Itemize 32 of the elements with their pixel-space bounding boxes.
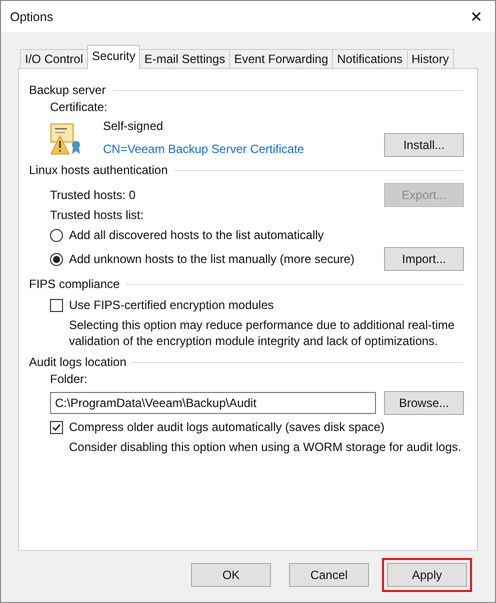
section-heading: Audit logs location xyxy=(29,355,126,369)
tab[interactable]: Security xyxy=(87,45,140,69)
folder-label: Folder: xyxy=(50,371,88,387)
certificate-type: Self-signed xyxy=(103,118,164,134)
checkbox[interactable] xyxy=(50,420,63,434)
checkbox-label[interactable]: Use FIPS-certified encryption modules xyxy=(69,297,274,313)
dialog-button[interactable]: OK xyxy=(191,563,271,587)
tab[interactable]: I/O Control xyxy=(20,49,88,69)
radio-label[interactable]: Add unknown hosts to the list manually (more secure) xyxy=(69,251,384,267)
close-button[interactable]: ✕ xyxy=(470,8,483,26)
tab[interactable]: History xyxy=(406,49,454,69)
import-button[interactable]: Import... xyxy=(384,247,464,271)
checkbox[interactable] xyxy=(50,298,63,312)
dialog-button[interactable]: Apply xyxy=(387,563,467,587)
section-heading: FIPS compliance xyxy=(29,277,120,291)
fips-note: Selecting this option may reduce performance due to additional real-time validation of the encryption module integrity and lack of optimizations. xyxy=(69,317,456,349)
browse-button[interactable]: Browse... xyxy=(384,391,464,415)
install-button[interactable]: Install... xyxy=(384,133,464,157)
trusted-hosts-list-label: Trusted hosts list: xyxy=(50,207,145,223)
audit-note: Consider disabling this option when using a WORM storage for audit logs. xyxy=(69,439,462,455)
certificate-label: Certificate: xyxy=(50,99,108,115)
section-heading: Backup server xyxy=(29,83,106,97)
window-title: Options xyxy=(10,10,54,24)
trusted-hosts-count: Trusted hosts: 0 xyxy=(50,187,137,203)
radio-button[interactable] xyxy=(50,252,63,266)
dialog-button[interactable]: Cancel xyxy=(289,563,369,587)
folder-field[interactable]: C:\ProgramData\Veeam\Backup\Audit xyxy=(50,392,376,414)
radio-button[interactable] xyxy=(50,228,63,242)
section-heading: Linux hosts authentication xyxy=(29,163,168,177)
certificate-link[interactable]: CN=Veeam Backup Server Certificate xyxy=(103,142,384,156)
checkbox-label[interactable]: Compress older audit logs automatically (saves disk space) xyxy=(69,419,384,435)
radio-label[interactable]: Add all discovered hosts to the list automatically xyxy=(69,227,464,243)
